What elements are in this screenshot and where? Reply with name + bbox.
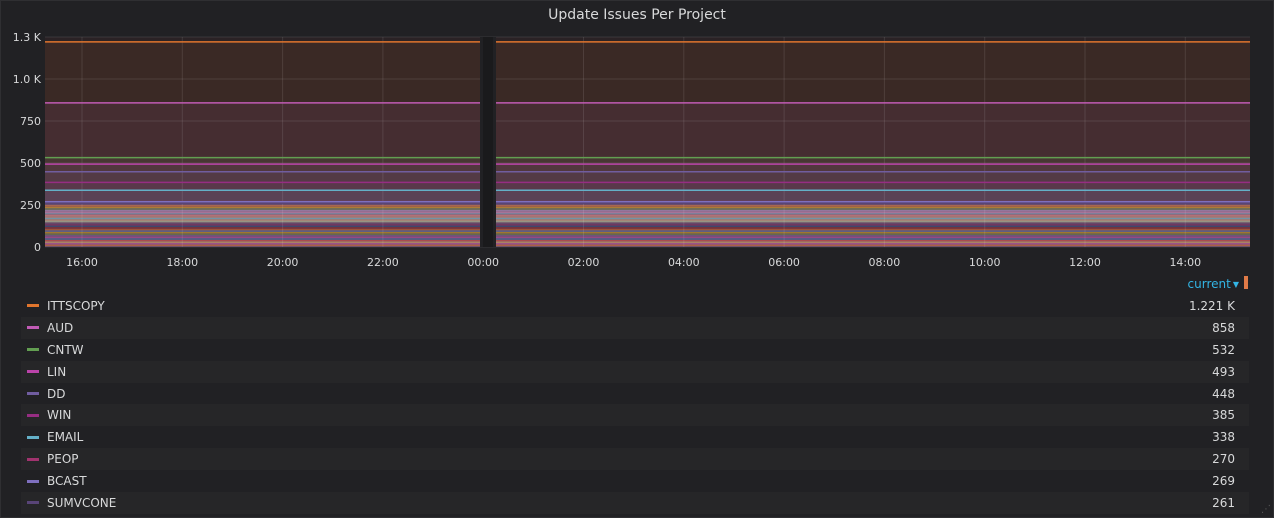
legend-swatch-icon[interactable] (27, 392, 39, 395)
legend-sort-current[interactable]: current ▼ (1188, 277, 1239, 291)
legend-series-value: 385 (1212, 408, 1235, 423)
legend-item[interactable]: SUMVCONE 261 (21, 492, 1249, 514)
legend-swatch-icon[interactable] (27, 370, 39, 374)
legend-series-name: DD (47, 386, 66, 401)
legend-item[interactable]: ITTSCOPY 1.221 K (21, 295, 1249, 317)
legend-series-name: LIN (47, 364, 67, 379)
legend-series-value: 1.221 K (1188, 298, 1235, 313)
x-tick-label: 00:00 (467, 256, 499, 269)
caret-down-icon: ▼ (1232, 280, 1239, 289)
graph-panel: Update Issues Per Project 0 250 500 750 1.0 … (0, 0, 1274, 518)
x-tick-label: 04:00 (668, 256, 700, 269)
legend-swatch-icon[interactable] (27, 326, 39, 330)
x-tick-label: 06:00 (768, 256, 800, 269)
x-tick-label: 18:00 (166, 256, 198, 269)
legend-item[interactable]: CNTW 532 (21, 339, 1249, 361)
legend-series-value: 338 (1212, 430, 1235, 445)
legend-swatch-icon[interactable] (27, 304, 39, 308)
y-tick-label: 500 (20, 157, 41, 170)
data-gap-inner (483, 37, 493, 247)
x-tick-label: 16:00 (66, 256, 98, 269)
x-tick-label: 08:00 (869, 256, 901, 269)
legend-column-label: current (1187, 277, 1231, 291)
legend-swatch-icon[interactable] (27, 457, 39, 461)
legend-swatch-icon[interactable] (27, 479, 39, 483)
legend-series-name: ITTSCOPY (47, 298, 105, 313)
legend-series-value: 448 (1212, 386, 1235, 401)
panel-title[interactable]: Update Issues Per Project (1, 7, 1273, 23)
legend-swatch-icon[interactable] (27, 348, 39, 352)
legend-series-value: 858 (1212, 320, 1235, 335)
x-tick-label: 14:00 (1169, 256, 1201, 269)
legend-swatch-icon[interactable] (27, 413, 39, 417)
legend-series-value: 493 (1212, 364, 1235, 379)
legend-swatch-icon[interactable] (27, 435, 39, 439)
legend-item[interactable]: WIN 385 (21, 404, 1249, 427)
x-tick-label: 10:00 (969, 256, 1001, 269)
legend-series-name: SUMVCONE (47, 495, 117, 510)
legend-swatch-icon[interactable] (27, 501, 39, 505)
x-tick-label: 20:00 (267, 256, 299, 269)
y-tick-label: 0 (34, 241, 41, 254)
legend-item[interactable]: DD 448 (21, 383, 1249, 405)
legend-item[interactable]: EMAIL 338 (21, 426, 1249, 448)
x-tick-label: 22:00 (367, 256, 399, 269)
chart-svg[interactable]: 0 250 500 750 1.0 K 1.3 K 16:00 18:00 20:00 22:00… (1, 27, 1273, 275)
legend-series-value: 270 (1212, 452, 1235, 467)
legend-series-name: CNTW (47, 342, 84, 357)
legend-item[interactable]: AUD 858 (21, 316, 1249, 339)
x-tick-label: 02:00 (568, 256, 600, 269)
x-tick-label: 12:00 (1069, 256, 1101, 269)
legend-item[interactable]: PEOP 270 (21, 448, 1249, 471)
legend-series-value: 532 (1212, 342, 1235, 357)
y-tick-label: 1.0 K (13, 73, 42, 86)
legend-series-name: EMAIL (47, 430, 84, 445)
legend-item[interactable]: BCAST 269 (21, 470, 1249, 492)
y-tick-label: 750 (20, 115, 41, 128)
resize-handle-icon[interactable]: ⋰ (1261, 505, 1271, 515)
legend-series-name: PEOP (47, 452, 79, 467)
legend-series-value: 269 (1212, 474, 1235, 489)
legend-item[interactable]: LIN 493 (21, 360, 1249, 383)
legend-series-name: AUD (47, 320, 74, 335)
legend-scrollbar[interactable] (1244, 276, 1248, 289)
legend-series-name: BCAST (47, 474, 87, 489)
y-tick-label: 1.3 K (13, 31, 42, 44)
minor-series-area (45, 205, 1250, 247)
legend-table: ITTSCOPY 1.221 K AUD 858 CNTW 532 LIN 493 DD 448 W… (21, 295, 1249, 514)
y-tick-label: 250 (20, 199, 41, 212)
legend-series-name: WIN (47, 408, 72, 423)
legend-series-value: 261 (1212, 495, 1235, 510)
